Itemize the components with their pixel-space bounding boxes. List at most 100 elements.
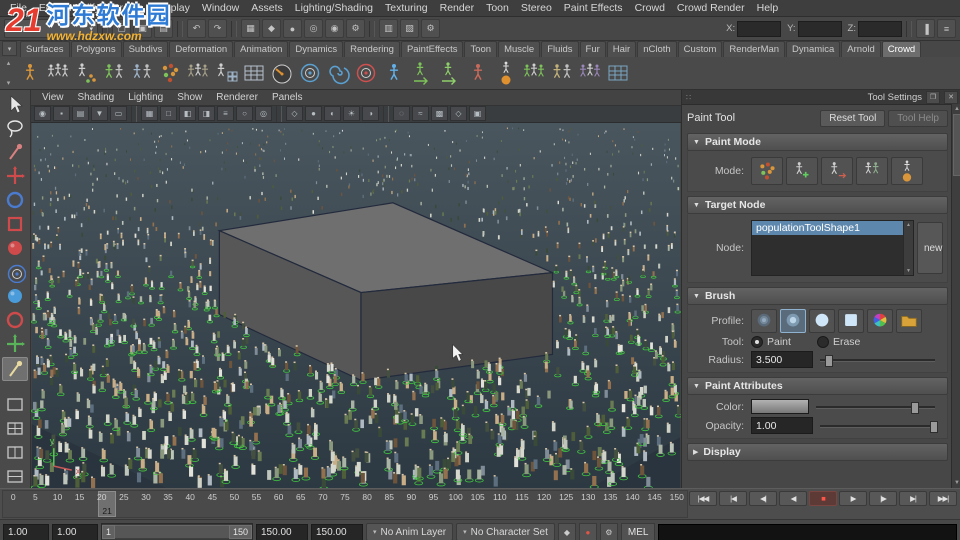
reset-tool-button[interactable]: Reset Tool — [820, 109, 886, 127]
radius-field[interactable]: 3.500 — [751, 351, 813, 368]
ipr-render-icon[interactable]: ▨ — [400, 19, 419, 38]
slider-handle[interactable] — [911, 402, 920, 414]
shelf-switcher[interactable]: ▴ ▾ — [2, 57, 15, 89]
mode-place-icon[interactable] — [786, 157, 818, 185]
wireframe-icon[interactable]: ◇ — [286, 106, 303, 122]
profile-gaussian-icon[interactable] — [751, 309, 777, 333]
crowd-cache-icon[interactable] — [604, 60, 631, 87]
stop-behavior-icon[interactable] — [464, 60, 491, 87]
scale-tool[interactable] — [3, 213, 27, 235]
node-list-item[interactable]: populationToolShape1 — [752, 221, 904, 235]
shadows-icon[interactable]: ◑ — [362, 106, 379, 122]
shelf-tab-animation[interactable]: Animation — [234, 41, 289, 57]
node-list[interactable]: populationToolShape1 ▲ ▼ — [751, 220, 914, 276]
sidebar-toggle-icon[interactable]: ▐ — [916, 19, 935, 38]
safe-action-icon[interactable]: ○ — [236, 106, 253, 122]
brush-header[interactable]: ▼ Brush — [687, 287, 948, 305]
go-to-end-button[interactable]: ▶▶| — [929, 491, 957, 506]
xray-icon[interactable]: ◇ — [450, 106, 467, 122]
display-header[interactable]: ▶ Display — [687, 443, 948, 461]
rotate-tool[interactable] — [3, 189, 27, 211]
paint-attributes-header[interactable]: ▼ Paint Attributes — [687, 377, 948, 395]
panel-menu-show[interactable]: Show — [170, 92, 209, 103]
show-manipulator-tool[interactable] — [3, 261, 27, 283]
crowd-group-icon[interactable] — [100, 60, 127, 87]
panel-menu-renderer[interactable]: Renderer — [209, 92, 265, 103]
menu-file[interactable]: File — [4, 2, 33, 14]
snap-point-icon[interactable]: ● — [283, 19, 302, 38]
crowd-render-icon[interactable] — [576, 60, 603, 87]
collapse-statusline-icon[interactable]: ≡ — [937, 19, 956, 38]
command-line-input[interactable] — [658, 523, 957, 540]
shelf-menu-button[interactable]: ▾ — [2, 41, 17, 56]
scroll-up-icon[interactable]: ▲ — [906, 222, 911, 228]
smooth-shade-icon[interactable]: ● — [305, 106, 322, 122]
shelf-tab-painteffects[interactable]: PaintEffects — [400, 41, 464, 57]
redo-icon[interactable]: ↷ — [208, 19, 227, 38]
shelf-tab-surfaces[interactable]: Surfaces — [20, 41, 70, 57]
lock-camera-icon[interactable]: ▪ — [53, 106, 70, 122]
mel-button[interactable]: MEL — [620, 523, 656, 540]
time-slider[interactable]: 21 0 5 10 15 20 25 30 35 40 45 50 55 60 65 70 75 80 85 90 9… — [2, 490, 688, 518]
erase-radio-label[interactable]: Erase — [833, 336, 860, 348]
menu-set-dropdown[interactable]: ▾ — [4, 19, 98, 38]
tool-settings-titlebar[interactable]: ∷ Tool Settings ❐ ✕ — [682, 90, 960, 105]
scrollbar-thumb[interactable] — [953, 114, 960, 176]
new-scene-icon[interactable]: ▢ — [112, 19, 131, 38]
opacity-slider[interactable] — [820, 419, 939, 433]
color-swatch[interactable] — [751, 399, 809, 414]
crowd-place-tool[interactable] — [3, 285, 27, 307]
mode-replace-icon[interactable] — [856, 157, 888, 185]
save-scene-icon[interactable]: ▤ — [154, 19, 173, 38]
lasso-select-tool[interactable] — [3, 117, 27, 139]
scatter-points-icon[interactable] — [156, 60, 183, 87]
isolate-select-icon[interactable]: ▣ — [469, 106, 486, 122]
profile-color-wheel-icon[interactable] — [867, 309, 893, 333]
open-scene-icon[interactable]: ▣ — [133, 19, 152, 38]
playback-end-field[interactable]: 150.00 — [256, 523, 308, 540]
layout-two-pane-horizontal[interactable] — [3, 466, 27, 488]
scroll-up-icon[interactable]: ▲ — [954, 106, 960, 112]
shelf-tab-toon[interactable]: Toon — [464, 41, 498, 57]
menu-render[interactable]: Render — [434, 2, 480, 14]
textured-icon[interactable]: ◐ — [324, 106, 341, 122]
camera-attributes-icon[interactable]: ▤ — [72, 106, 89, 122]
move-tool[interactable] — [3, 165, 27, 187]
panel-menu-view[interactable]: View — [35, 92, 71, 103]
shelf-tab-muscle[interactable]: Muscle — [498, 41, 541, 57]
step-back-frame-button[interactable]: |◀ — [719, 491, 747, 506]
panel-menu-lighting[interactable]: Lighting — [121, 92, 170, 103]
menu-lighting-shading[interactable]: Lighting/Shading — [289, 2, 379, 14]
shelf-tab-crowd[interactable]: Crowd — [881, 41, 922, 57]
paint-select-tool[interactable] — [3, 141, 27, 163]
menu-toon[interactable]: Toon — [480, 2, 515, 14]
paint-radio-label[interactable]: Paint — [767, 336, 791, 348]
step-forward-frame-button[interactable]: ▶| — [899, 491, 927, 506]
orient-behavior-icon[interactable] — [296, 60, 323, 87]
coord-input-x[interactable] — [737, 20, 782, 37]
gate-mask-icon[interactable]: ◨ — [198, 106, 215, 122]
shelf-tab-hair[interactable]: Hair — [606, 41, 637, 57]
vortex-field-icon[interactable] — [324, 60, 351, 87]
crowd-sim-icon[interactable] — [520, 60, 547, 87]
paint-mode-header[interactable]: ▼ Paint Mode — [687, 133, 948, 151]
shelf-tab-dynamics[interactable]: Dynamics — [289, 41, 344, 57]
slider-handle[interactable] — [930, 421, 939, 433]
panel-menu-shading[interactable]: Shading — [71, 92, 122, 103]
menu-display[interactable]: Display — [149, 2, 195, 14]
character-set-dropdown[interactable]: ▾ No Character Set — [456, 523, 555, 540]
snap-curve-icon[interactable]: ◆ — [262, 19, 281, 38]
new-node-button[interactable]: new — [917, 222, 943, 274]
color-slider[interactable] — [816, 400, 935, 414]
jack-tool[interactable] — [3, 333, 27, 355]
menu-modify[interactable]: Modify — [63, 2, 106, 14]
select-tool[interactable] — [3, 93, 27, 115]
shelf-tab-fluids[interactable]: Fluids — [541, 41, 579, 57]
target-node-header[interactable]: ▼ Target Node — [687, 196, 948, 214]
mode-locomotion-icon[interactable] — [891, 157, 923, 185]
formation-grid-icon[interactable] — [212, 60, 239, 87]
soft-mod-tool[interactable] — [3, 237, 27, 259]
run-behavior-icon[interactable] — [408, 60, 435, 87]
paint-tool[interactable] — [2, 357, 28, 381]
menu-create[interactable]: Create — [106, 2, 150, 14]
